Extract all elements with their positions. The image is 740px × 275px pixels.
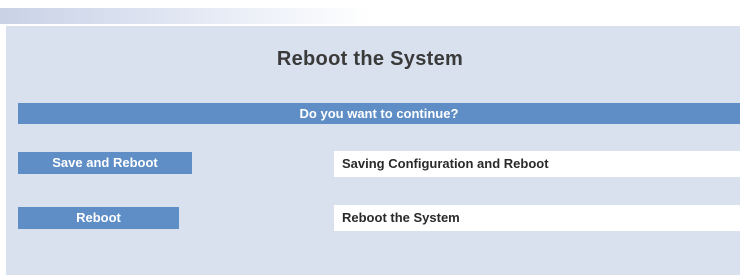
confirmation-prompt: Do you want to continue? [18,103,740,124]
top-banner [0,0,740,26]
page-title: Reboot the System [276,48,464,70]
reboot-description: Reboot the System [334,205,740,231]
banner-gradient [0,8,370,24]
reboot-button[interactable]: Reboot [18,207,179,229]
save-and-reboot-button[interactable]: Save and Reboot [18,152,192,174]
save-and-reboot-description: Saving Configuration and Reboot [334,151,740,177]
